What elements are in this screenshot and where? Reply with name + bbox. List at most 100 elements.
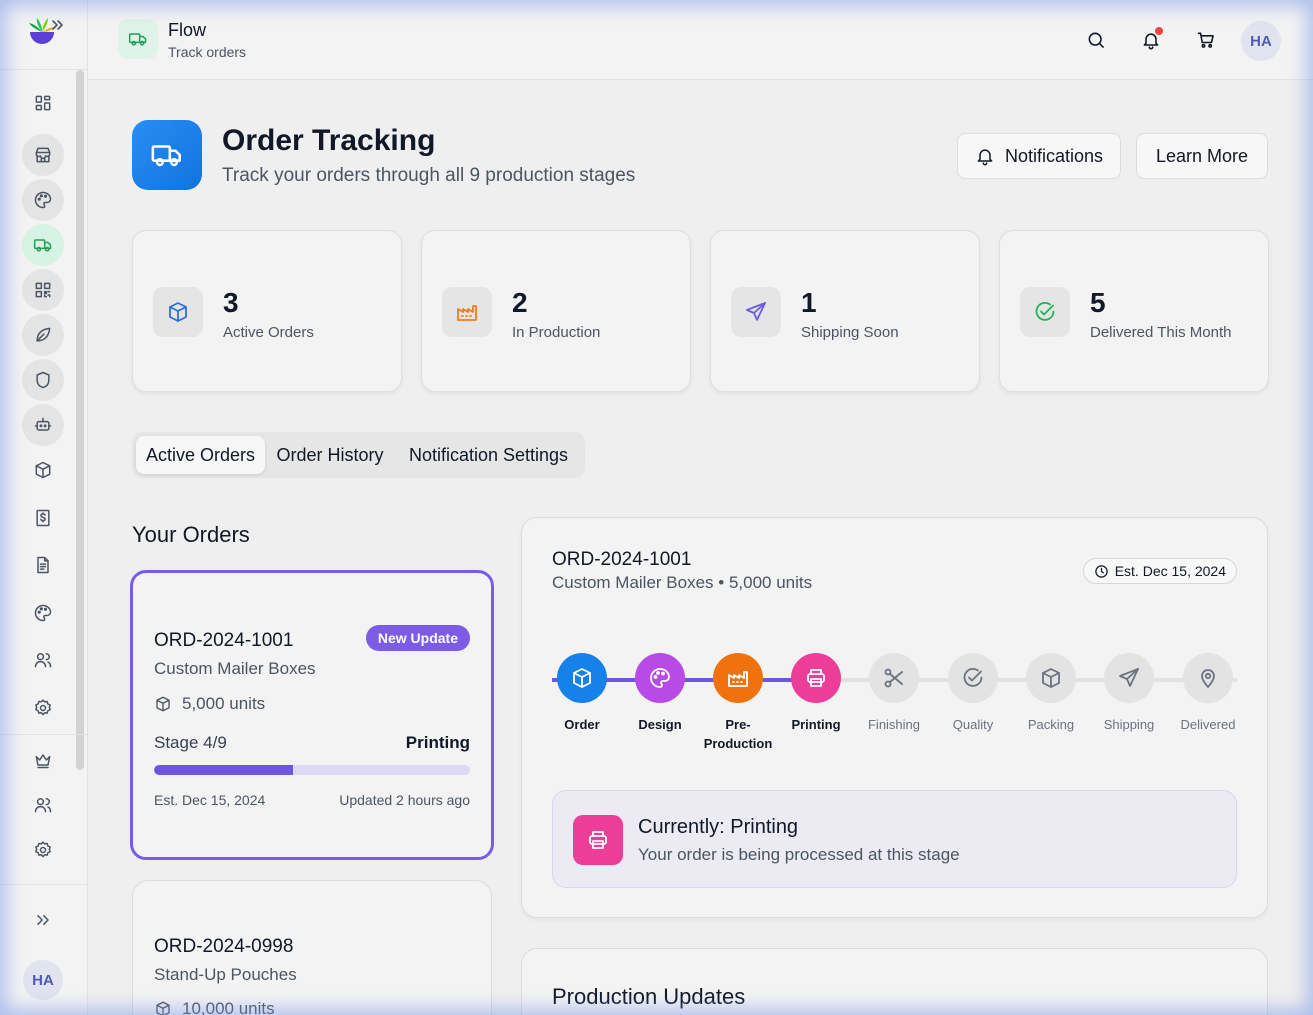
bell-icon [977,149,993,166]
order-card-selected[interactable]: ORD-2024-1001 New Update Custom Mailer B… [130,570,494,860]
step-label: Design [638,717,682,732]
sidebar-item-brand-kit[interactable] [22,592,64,634]
step-design: Design [620,653,700,734]
flow-logo-icon[interactable] [26,16,64,52]
crown-icon [35,754,51,769]
sidebar-divider [0,884,87,885]
document-icon [37,556,49,574]
notifications-bell-button[interactable] [1133,22,1169,58]
stat-icon [731,287,781,337]
clock-icon [1094,564,1108,578]
users-icon [34,653,52,668]
sidebar-item-design[interactable] [22,179,64,221]
palette-icon [34,191,52,209]
notification-dot [1155,27,1163,35]
leaf-icon [36,327,51,342]
cart-button[interactable] [1188,22,1224,58]
production-updates-panel: Production Updates [521,948,1268,1015]
dollar-icon [36,509,50,527]
sidebar-item-premium[interactable] [22,739,64,781]
step-circle [869,653,919,703]
tab-notification-settings[interactable]: Notification Settings [396,436,581,474]
step-label: Shipping [1103,717,1155,732]
new-update-badge: New Update [365,625,470,651]
top-header: Flow Track orders HA [88,0,1313,80]
sidebar-avatar[interactable]: HA [23,960,63,1000]
detail-order-subtitle: Custom Mailer Boxes • 5,000 units [552,573,813,592]
box-icon [156,696,170,712]
order-name: Custom Mailer Boxes [154,659,316,678]
check-circle-icon [1035,301,1055,321]
sidebar-expand-button[interactable] [22,899,64,941]
order-units: 5,000 units [154,694,265,714]
truck-icon [151,145,182,167]
page-icon [132,120,202,190]
sidebar-item-security[interactable] [22,359,64,401]
detail-order-id: ORD-2024-1001 [552,549,692,570]
step-quality: Quality [933,653,1013,734]
box-icon [35,461,51,479]
your-orders-heading: Your Orders [132,522,250,547]
sidebar-item-billing[interactable] [22,497,64,539]
order-card[interactable]: ORD-2024-0998 Stand-Up Pouches 10,000 un… [132,880,492,1015]
sidebar-item-documents[interactable] [22,544,64,586]
users-icon [34,798,52,813]
step-label-line: Pre- [725,717,751,732]
printer-icon [589,831,607,849]
search-icon [1088,32,1104,48]
search-button[interactable] [1078,22,1114,58]
stat-card-shipping-soon: 1 Shipping Soon [710,230,980,392]
step-label: Delivered [1180,717,1236,732]
order-id: ORD-2024-0998 [154,936,294,957]
production-updates-heading: Production Updates [552,984,746,1009]
order-stage-count: Stage 4/9 [154,733,227,752]
stat-card-active-orders: 3 Active Orders [132,230,402,392]
learn-more-button[interactable]: Learn More [1136,133,1268,179]
step-circle [948,653,998,703]
robot-icon [34,417,52,431]
chevrons-right-icon [37,915,49,925]
sidebar-item-dashboard[interactable] [22,82,64,124]
stat-label: Delivered This Month [1090,324,1232,341]
page-subtitle: Track your orders through all 9 producti… [222,165,636,186]
sidebar-item-automation[interactable] [22,404,64,446]
step-label: Pre- Production [698,715,778,753]
sidebar-item-track-orders[interactable] [22,224,64,266]
stat-card-delivered: 5 Delivered This Month [999,230,1269,392]
tab-active-orders[interactable]: Active Orders [136,436,265,474]
step-label-line: Production [703,736,773,751]
box-icon [156,1001,170,1015]
order-progress-bar [154,765,470,775]
sidebar-item-team[interactable] [22,639,64,681]
order-units-text: 10,000 units [182,999,275,1015]
sidebar-item-admin-settings[interactable] [22,829,64,871]
factory-icon [728,671,748,687]
notifications-button[interactable]: Notifications [957,133,1121,179]
step-order: Order [542,653,622,734]
sidebar-item-store[interactable] [22,134,64,176]
stat-value: 1 [801,287,817,318]
sidebar-item-products[interactable] [22,449,64,491]
truck-icon [33,239,52,252]
box-icon [169,302,187,322]
sidebar-item-admin-users[interactable] [22,784,64,826]
sidebar-scrollbar[interactable] [76,70,84,770]
store-icon [35,147,51,163]
sidebar-item-qr-codes[interactable] [22,269,64,311]
tab-order-history[interactable]: Order History [268,436,392,474]
cart-icon [1197,32,1214,48]
order-name: Stand-Up Pouches [154,965,297,984]
user-avatar[interactable]: HA [1241,21,1281,61]
sidebar-item-sustainability[interactable] [22,314,64,356]
app-title: Flow [168,20,207,40]
stat-icon [442,287,492,337]
current-stage-subtitle: Your order is being processed at this st… [638,845,960,864]
order-units: 10,000 units [154,999,275,1015]
order-estimate: Est. Dec 15, 2024 [154,792,266,808]
truck-icon [128,33,147,46]
stat-icon [1020,287,1070,337]
sidebar-item-settings[interactable] [22,687,64,729]
app-icon [118,19,158,59]
detail-estimate-badge: Est. Dec 15, 2024 [1082,558,1237,584]
gear-icon [35,841,51,858]
